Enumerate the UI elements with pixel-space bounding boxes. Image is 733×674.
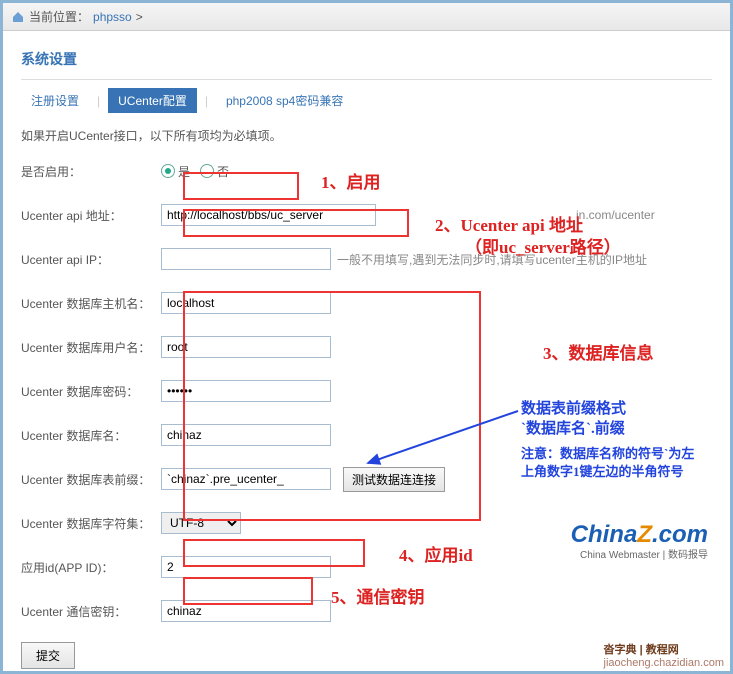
commkey-input[interactable] bbox=[161, 600, 331, 622]
label-enable: 是否启用： bbox=[21, 163, 161, 180]
tab-ucenter[interactable]: UCenter配置 bbox=[108, 88, 197, 113]
location-sep: > bbox=[136, 10, 143, 24]
footer-credit: 沓字典 | 教程网 jiaocheng.chazidian.com bbox=[604, 641, 724, 669]
dbname-input[interactable] bbox=[161, 424, 331, 446]
radio-yes[interactable]: 是 bbox=[161, 163, 190, 180]
radio-icon bbox=[161, 164, 175, 178]
label-dbpass: Ucenter 数据库密码： bbox=[21, 383, 161, 400]
breadcrumb: 当前位置： phpsso > bbox=[3, 3, 730, 31]
label-dbname: Ucenter 数据库名： bbox=[21, 427, 161, 444]
chinaz-logo: ChinaZ.com China Webmaster | 数码报导 bbox=[571, 521, 708, 561]
tab-php2008[interactable]: php2008 sp4密码兼容 bbox=[216, 88, 353, 113]
label-commkey: Ucenter 通信密钥： bbox=[21, 603, 161, 620]
radio-icon bbox=[200, 164, 214, 178]
label-ip: Ucenter api IP： bbox=[21, 251, 161, 268]
api-input[interactable] bbox=[161, 204, 376, 226]
tabs-bar: 注册设置 | UCenter配置 | php2008 sp4密码兼容 bbox=[21, 88, 712, 113]
test-db-button[interactable]: 测试数据连连接 bbox=[343, 467, 445, 492]
form-hint: 如果开启UCenter接口，以下所有项均为必填项。 bbox=[21, 127, 712, 144]
label-dbhost: Ucenter 数据库主机名： bbox=[21, 295, 161, 312]
ip-help: 一般不用填写,遇到无法同步时,请填写ucenter主机的IP地址 bbox=[337, 251, 647, 268]
enable-radio-group: 是 否 bbox=[161, 163, 229, 180]
submit-button[interactable]: 提交 bbox=[21, 642, 75, 669]
page-title: 系统设置 bbox=[21, 43, 712, 80]
dbcharset-select[interactable]: UTF-8 bbox=[161, 512, 241, 534]
appid-input[interactable] bbox=[161, 556, 331, 578]
location-icon bbox=[11, 10, 25, 24]
api-help: in.com/ucenter bbox=[576, 208, 655, 222]
dbhost-input[interactable] bbox=[161, 292, 331, 314]
ip-input[interactable] bbox=[161, 248, 331, 270]
tab-register[interactable]: 注册设置 bbox=[21, 88, 89, 113]
label-dbprefix: Ucenter 数据库表前缀： bbox=[21, 471, 161, 488]
label-dbcharset: Ucenter 数据库字符集： bbox=[21, 515, 161, 532]
dbprefix-input[interactable] bbox=[161, 468, 331, 490]
label-dbuser: Ucenter 数据库用户名： bbox=[21, 339, 161, 356]
location-prefix: 当前位置： bbox=[29, 8, 89, 25]
tab-sep: | bbox=[205, 94, 208, 108]
label-api: Ucenter api 地址： bbox=[21, 207, 161, 224]
dbpass-input[interactable] bbox=[161, 380, 331, 402]
location-crumb: phpsso bbox=[93, 10, 132, 24]
dbuser-input[interactable] bbox=[161, 336, 331, 358]
radio-no[interactable]: 否 bbox=[200, 163, 229, 180]
tab-sep: | bbox=[97, 94, 100, 108]
label-appid: 应用id(APP ID)： bbox=[21, 559, 161, 576]
